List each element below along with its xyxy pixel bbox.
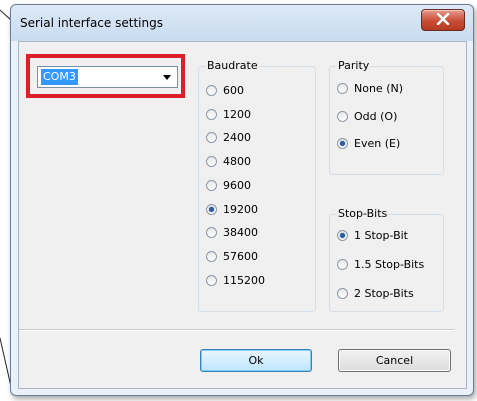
radio-button-icon[interactable] [337,230,348,241]
radio-label: Odd (O) [354,109,398,123]
title-bar[interactable]: Serial interface settings [11,5,473,41]
radio-selected-dot [340,233,345,238]
radio-label: 38400 [223,226,258,240]
radio-button-icon[interactable] [206,274,217,286]
radio-label: 1.5 Stop-Bits [354,258,425,271]
ok-button[interactable]: Ok [200,349,312,372]
cancel-button[interactable]: Cancel [338,349,451,372]
radio-label: 57600 [223,249,258,263]
stopbits-group-label: Stop-Bits [337,207,389,221]
radio-button-icon[interactable] [206,85,217,96]
dialog-title: Serial interface settings [20,16,163,30]
radio-label: 1 Stop-Bit [354,229,408,242]
radio-label: 1200 [223,107,251,121]
chevron-down-icon[interactable] [163,75,171,80]
port-select-value: COM3 [41,69,78,85]
radio-button-icon[interactable] [337,259,348,270]
radio-label: None (N) [354,82,404,95]
radio-label: 115200 [223,273,265,287]
radio-label: 2400 [223,131,251,145]
screenshot-stage: Serial interface settings COM3 Baudrate … [0,0,477,401]
radio-button-icon[interactable] [337,83,348,94]
close-icon [436,13,450,25]
radio-selected-dot [209,206,214,212]
radio-label: 9600 [223,178,251,192]
radio-label: 4800 [223,155,251,169]
baudrate-group-label: Baudrate [206,59,259,73]
radio-button-icon[interactable] [206,108,217,120]
radio-label: 600 [223,84,244,97]
port-select[interactable]: COM3 [37,66,178,88]
radio-button-icon[interactable] [206,179,217,191]
radio-label: 19200 [223,202,258,216]
close-button[interactable] [421,9,465,31]
radio-button-icon[interactable] [206,203,217,215]
radio-button-icon[interactable] [337,288,348,299]
radio-button-icon[interactable] [337,138,348,149]
button-separator [19,329,454,331]
parity-group-label: Parity [337,59,371,73]
radio-button-icon[interactable] [206,250,217,262]
radio-button-icon[interactable] [337,110,348,122]
radio-label: Even (E) [354,137,401,150]
radio-label: 2 Stop-Bits [354,287,414,300]
radio-selected-dot [340,141,345,146]
